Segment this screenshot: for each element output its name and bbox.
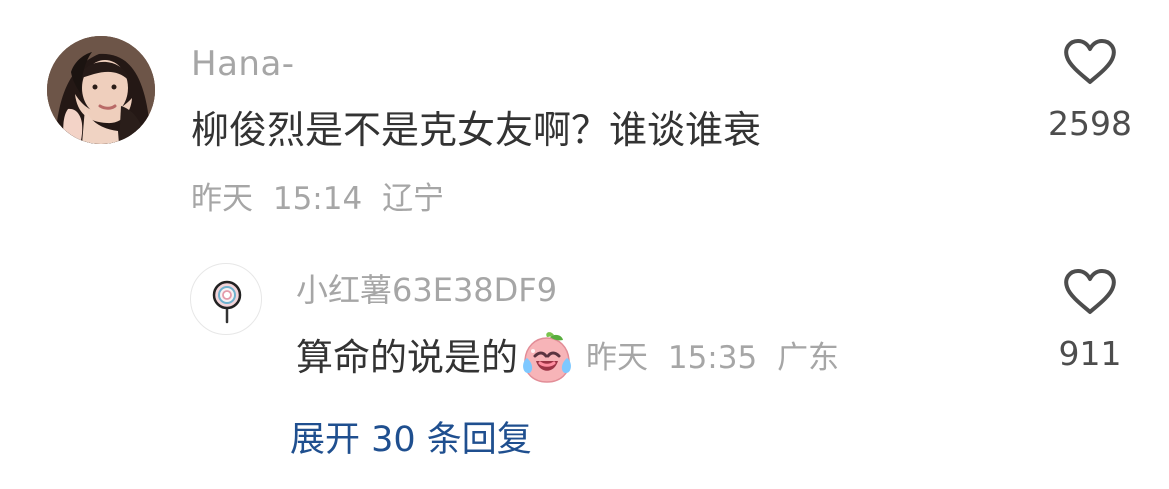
reply-like-count: 911	[1058, 334, 1122, 373]
crying-laughing-peach-emoji	[523, 332, 571, 383]
comment-text: 柳俊烈是不是克女友啊？谁谈谁衰	[191, 108, 762, 152]
comment-author[interactable]: Hana-	[191, 44, 295, 84]
comment-like-count: 2598	[1048, 104, 1132, 143]
heart-outline-icon	[1064, 39, 1116, 84]
reply-author[interactable]: 小红薯63E38DF9	[296, 270, 557, 310]
avatar[interactable]	[47, 36, 155, 144]
reply-row: 算命的说是的 昨天 15:35 广东	[296, 332, 839, 383]
user-photo-icon	[47, 36, 155, 144]
reply-meta: 昨天 15:35 广东	[586, 338, 839, 378]
comment-thread: Hana- 柳俊烈是不是克女友啊？谁谈谁衰 昨天 15:14 辽宁 2598 小…	[0, 0, 1169, 489]
comment-like-button[interactable]: 2598	[1035, 38, 1145, 144]
comment-meta: 昨天 15:14 辽宁	[191, 180, 444, 218]
reply-time: 15:35	[667, 340, 758, 376]
reply-avatar[interactable]	[190, 263, 262, 335]
reply-text: 算命的说是的	[296, 336, 518, 379]
reply-location: 广东	[777, 340, 840, 376]
reply-like-button[interactable]: 911	[1035, 268, 1145, 374]
expand-replies-link[interactable]: 展开 30 条回复	[290, 418, 532, 462]
heart-outline-icon	[1064, 269, 1116, 314]
reply-date: 昨天	[586, 340, 648, 376]
comment-location: 辽宁	[382, 181, 445, 217]
comment-date: 昨天	[191, 181, 253, 217]
lollipop-avatar-icon	[212, 280, 242, 324]
comment-time: 15:14	[272, 181, 363, 217]
